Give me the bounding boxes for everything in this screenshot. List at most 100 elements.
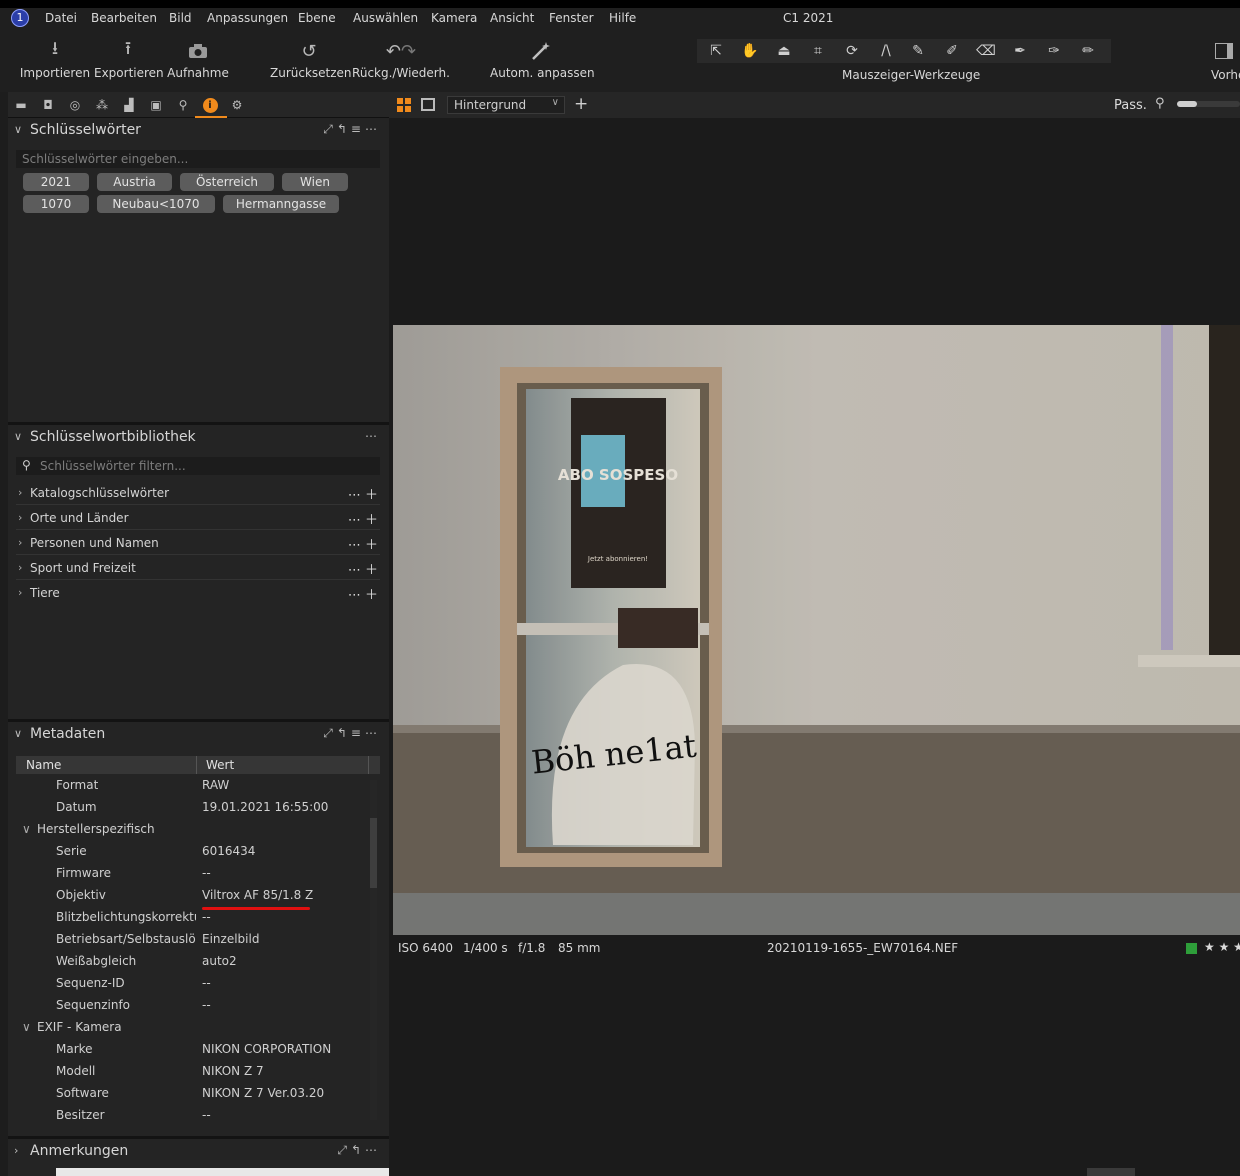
rotate-tool-icon[interactable]: ⟳ bbox=[839, 41, 865, 61]
menu-anpassungen[interactable]: Anpassungen bbox=[207, 11, 288, 25]
library-item[interactable]: › Orte und Länder ⋯ ＋ bbox=[16, 506, 380, 530]
adjustments-tab-icon[interactable]: ▣ bbox=[147, 96, 165, 114]
add-layer-icon[interactable]: + bbox=[574, 94, 588, 114]
auto-adjust-button[interactable]: Autom. anpassen bbox=[490, 36, 595, 92]
export-button[interactable]: ⭱ Exportieren bbox=[94, 36, 164, 92]
settings-tab-icon[interactable]: ⚙ bbox=[228, 96, 246, 114]
column-divider[interactable] bbox=[368, 756, 369, 774]
metadata-group[interactable]: ∨ Herstellerspezifisch bbox=[16, 819, 371, 841]
add-icon[interactable]: ⋯ ＋ bbox=[348, 509, 378, 528]
color-label-badge[interactable] bbox=[1186, 943, 1197, 954]
exposure-tab-icon[interactable]: ▟ bbox=[120, 96, 138, 114]
preview-label: Vorhe bbox=[1211, 68, 1240, 82]
panel-actions-icon[interactable]: ⤢↰≡⋯ bbox=[323, 122, 381, 137]
keyword-chip[interactable]: Neubau<1070 bbox=[97, 195, 215, 213]
metadata-panel-header[interactable]: ∨ Metadaten ⤢↰≡⋯ bbox=[8, 722, 389, 748]
menu-hilfe[interactable]: Hilfe bbox=[609, 11, 636, 25]
library-item[interactable]: › Katalogschlüsselwörter ⋯ ＋ bbox=[16, 481, 380, 505]
metadata-row: Sequenzinfo -- bbox=[56, 998, 211, 1012]
filmstrip-scroll-handle[interactable] bbox=[1087, 1168, 1135, 1176]
details-tab-icon[interactable]: ⚲ bbox=[174, 96, 192, 114]
capture-button[interactable]: Aufnahme bbox=[166, 36, 230, 92]
keyword-chip[interactable]: Wien bbox=[282, 173, 348, 191]
keyword-library-header[interactable]: ∨ Schlüsselwortbibliothek ⋯ bbox=[8, 425, 389, 451]
keystone-tool-icon[interactable]: /\ bbox=[873, 41, 899, 61]
reset-button[interactable]: ↺ Zurücksetzen bbox=[270, 36, 352, 92]
notes-panel-header[interactable]: › Anmerkungen ⤢↰⋯ bbox=[8, 1139, 389, 1165]
keyword-chip[interactable]: 2021 bbox=[23, 173, 89, 191]
zoom-fit-label[interactable]: Pass. bbox=[1114, 98, 1147, 113]
layer-select[interactable]: Hintergrund ∨ bbox=[447, 96, 565, 114]
preview-icon[interactable] bbox=[1215, 43, 1233, 59]
brush-tool-icon[interactable]: ✐ bbox=[939, 41, 965, 61]
menu-fenster[interactable]: Fenster bbox=[549, 11, 594, 25]
metadata-scrollbar[interactable] bbox=[370, 780, 377, 1120]
menu-ansicht[interactable]: Ansicht bbox=[490, 11, 534, 25]
chevron-down-icon: ∨ bbox=[14, 727, 23, 740]
metadata-row: Modell NIKON Z 7 bbox=[56, 1064, 264, 1078]
wb-picker-tool-icon[interactable]: ✑ bbox=[1041, 41, 1067, 61]
spot-tool-icon[interactable]: ✎ bbox=[905, 41, 931, 61]
image-preview[interactable]: ABO SOSPESO Jetzt abonnieren! Böh ne1at bbox=[393, 325, 1240, 935]
keyword-input[interactable]: Schlüsselwörter eingeben... bbox=[16, 150, 380, 168]
lens-tab-icon[interactable]: ◎ bbox=[66, 96, 84, 114]
library-item[interactable]: › Sport und Freizeit ⋯ ＋ bbox=[16, 556, 380, 580]
viewer-toolbar: Hintergrund ∨ + Pass. ⚲ bbox=[389, 92, 1240, 118]
column-divider[interactable] bbox=[196, 756, 197, 774]
single-view-icon[interactable] bbox=[421, 98, 435, 111]
select-tool-icon[interactable]: ⇱ bbox=[703, 41, 729, 61]
metadata-row: Sequenz-ID -- bbox=[56, 976, 211, 990]
aperture-value: f/1.8 bbox=[518, 941, 546, 955]
star-rating[interactable]: ★ ★ ★ bbox=[1204, 940, 1240, 954]
eraser-tool-icon[interactable]: ⌫ bbox=[973, 41, 999, 61]
library-tab-icon[interactable]: ▬ bbox=[12, 96, 30, 114]
more-icon[interactable]: ⋯ bbox=[365, 429, 381, 443]
menu-kamera[interactable]: Kamera bbox=[431, 11, 477, 25]
camera-icon bbox=[166, 36, 230, 66]
import-button[interactable]: ⭳ Importieren bbox=[18, 36, 92, 92]
library-item[interactable]: › Personen und Namen ⋯ ＋ bbox=[16, 531, 380, 555]
metadata-tab-icon[interactable]: i bbox=[201, 96, 219, 114]
scrollbar-thumb[interactable] bbox=[370, 818, 377, 888]
keyword-chip[interactable]: Hermanngasse bbox=[223, 195, 339, 213]
color-tab-icon[interactable]: ⁂ bbox=[93, 96, 111, 114]
column-name[interactable]: Name bbox=[26, 758, 61, 772]
add-icon[interactable]: ⋯ ＋ bbox=[348, 584, 378, 603]
add-icon[interactable]: ⋯ ＋ bbox=[348, 484, 378, 503]
metadata-row: Blitzbelichtungskorrektur -- bbox=[56, 910, 211, 924]
metadata-group[interactable]: ∨ EXIF - Kamera bbox=[16, 1017, 371, 1039]
zoom-slider-handle[interactable] bbox=[1177, 101, 1197, 107]
keyword-chip[interactable]: Austria bbox=[97, 173, 172, 191]
crop-tool-icon[interactable]: ⌗ bbox=[805, 41, 831, 61]
pan-tool-icon[interactable]: ✋ bbox=[737, 41, 763, 61]
column-value[interactable]: Wert bbox=[206, 758, 234, 772]
keyword-chip[interactable]: Österreich bbox=[180, 173, 274, 191]
menu-ebene[interactable]: Ebene bbox=[298, 11, 336, 25]
keywords-panel-header[interactable]: ∨ Schlüsselwörter ⤢↰≡⋯ bbox=[8, 118, 389, 144]
annotate-tool-icon[interactable]: ✏ bbox=[1075, 41, 1101, 61]
keyword-filter-input[interactable]: ⚲ Schlüsselwörter filtern... bbox=[16, 457, 380, 475]
add-icon[interactable]: ⋯ ＋ bbox=[348, 534, 378, 553]
notes-field[interactable] bbox=[56, 1168, 400, 1176]
multi-view-icon[interactable] bbox=[397, 98, 411, 112]
menu-datei[interactable]: Datei bbox=[45, 11, 77, 25]
capture-tab-icon[interactable]: ◘ bbox=[39, 96, 57, 114]
library-item[interactable]: › Tiere ⋯ ＋ bbox=[16, 581, 380, 605]
zoom-slider[interactable] bbox=[1177, 101, 1240, 107]
chevron-right-icon: › bbox=[18, 586, 23, 599]
panel-actions-icon[interactable]: ⤢↰≡⋯ bbox=[323, 726, 381, 741]
add-icon[interactable]: ⋯ ＋ bbox=[348, 559, 378, 578]
menu-bild[interactable]: Bild bbox=[169, 11, 192, 25]
left-tool-panel: ▬ ◘ ◎ ⁂ ▟ ▣ ⚲ i ⚙ ∨ Schlüsselwörter ⤢↰≡⋯… bbox=[8, 92, 400, 1176]
keyword-chip[interactable]: 1070 bbox=[23, 195, 89, 213]
menu-bearbeiten[interactable]: Bearbeiten bbox=[91, 11, 157, 25]
undo-redo-button[interactable]: ↶ ↷ Rückg./Wiederh. bbox=[352, 36, 450, 92]
window-title: C1 2021 bbox=[783, 11, 834, 25]
metadata-row: Marke NIKON CORPORATION bbox=[56, 1042, 332, 1056]
panel-actions-icon[interactable]: ⤢↰⋯ bbox=[337, 1143, 381, 1158]
camera-tool-icon[interactable]: ⏏ bbox=[771, 41, 797, 61]
metadata-row: Weißabgleich auto2 bbox=[56, 954, 237, 968]
menu-auswaehlen[interactable]: Auswählen bbox=[353, 11, 418, 25]
metadata-row: Serie 6016434 bbox=[56, 844, 256, 858]
picker-tool-icon[interactable]: ✒ bbox=[1007, 41, 1033, 61]
